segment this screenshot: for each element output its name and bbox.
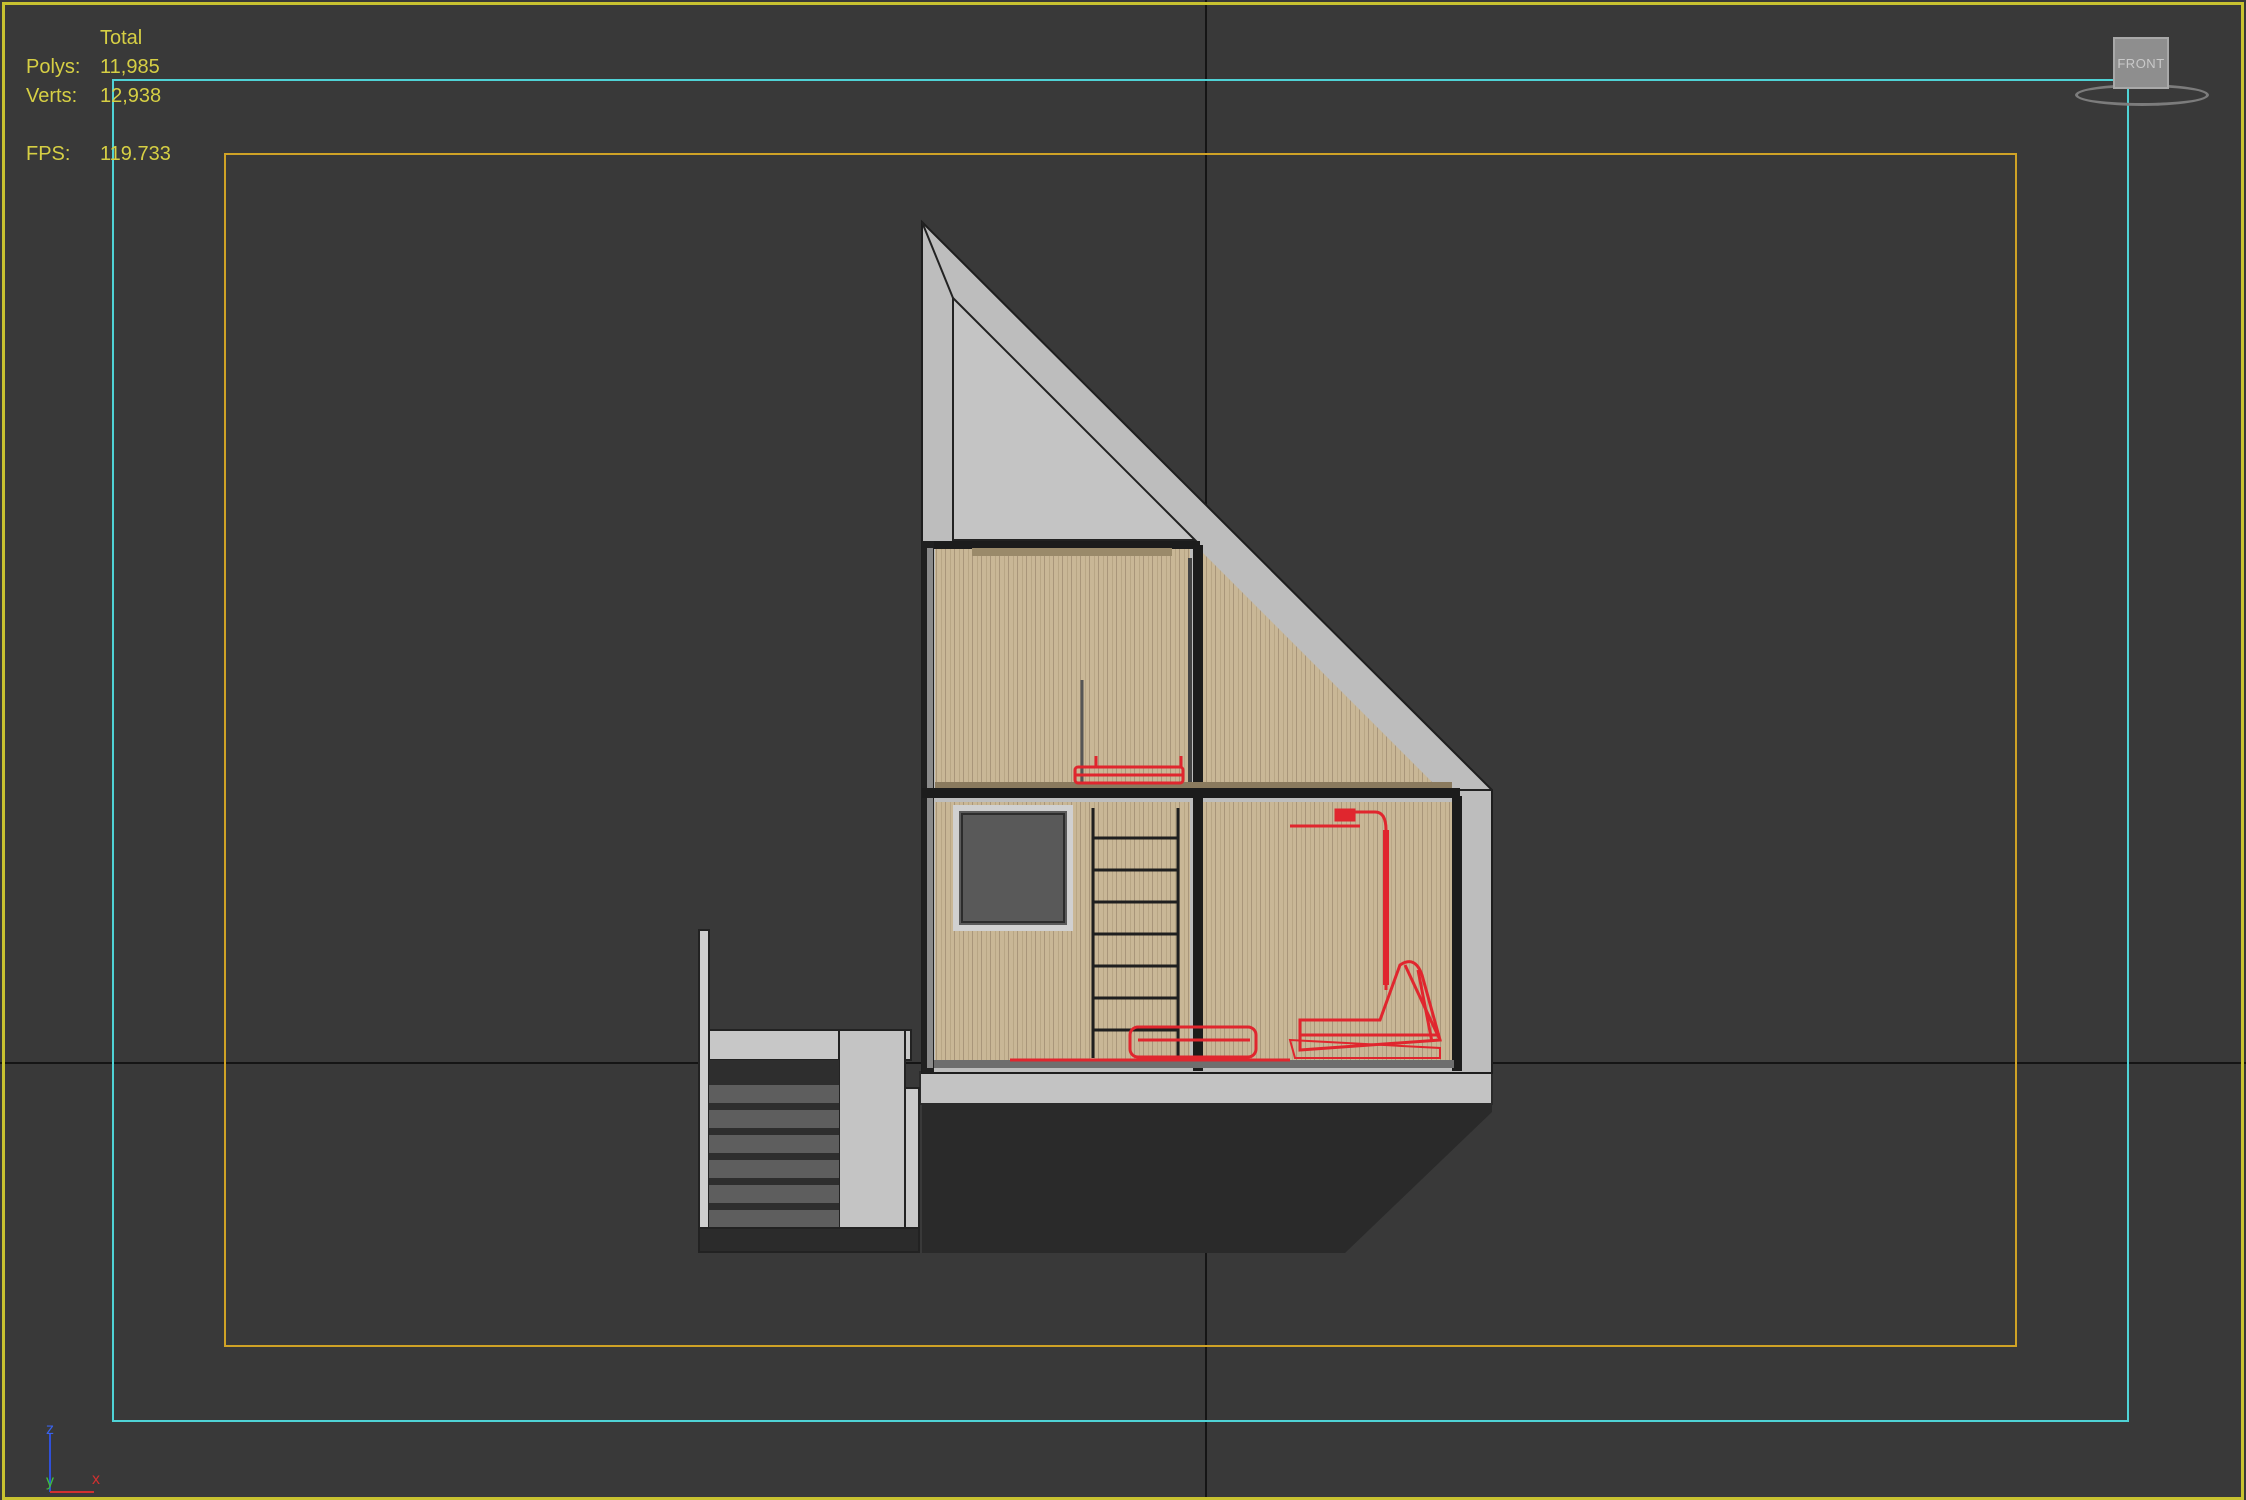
upper-left-room (935, 548, 1190, 788)
stats-polys-value: 11,985 (100, 56, 160, 78)
stats-fps-label: FPS: (26, 143, 71, 165)
stats-verts-label: Verts: (26, 85, 78, 107)
stats-fps-value: 119.733 (100, 143, 171, 165)
roof-inner-gable (952, 295, 1198, 541)
axis-tripod: z y x (46, 1421, 100, 1493)
stats-polys-label: Polys: (26, 56, 81, 78)
upper-right-room (1202, 552, 1432, 782)
exterior-stairs (698, 929, 920, 1253)
stats-total-label: Total (100, 27, 143, 49)
foundation (922, 1102, 1492, 1253)
viewport-statistics: Total Polys: 11,985 Verts: 12,938 FPS: 119.… (26, 24, 171, 169)
cabin-model[interactable] (698, 219, 1493, 1253)
axis-x-label: x (92, 1471, 100, 1488)
scene-canvas[interactable]: z y x (0, 0, 2246, 1500)
floor-slab (919, 1071, 1493, 1105)
viewcube-front-face[interactable]: FRONT (2113, 37, 2169, 89)
front-viewport[interactable]: z y x Total Polys: 11,985 Verts: 12,938 FP… (0, 0, 2246, 1500)
stats-verts-value: 12,938 (100, 85, 162, 107)
axis-z-label: z (46, 1421, 54, 1438)
axis-y-label: y (46, 1473, 54, 1490)
